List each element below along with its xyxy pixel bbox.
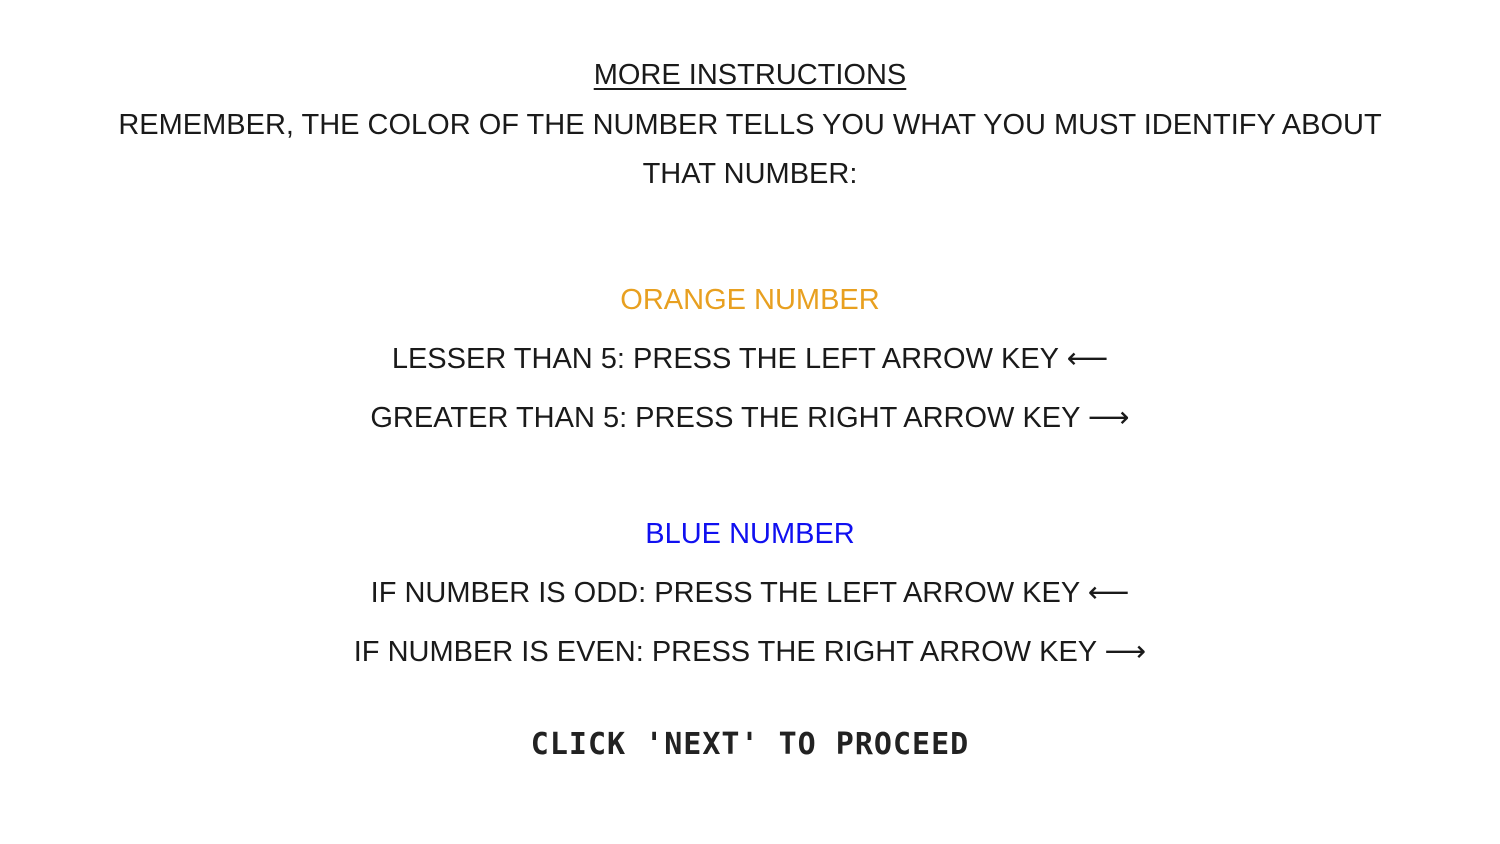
rule-text: IF NUMBER IS EVEN: PRESS THE RIGHT ARROW… [353,636,1097,668]
orange-rule-greater: GREATER THAN 5: PRESS THE RIGHT ARROW KE… [0,399,1500,436]
page-title: MORE INSTRUCTIONS [593,59,907,91]
orange-rule-lesser: LESSER THAN 5: PRESS THE LEFT ARROW KEY … [0,340,1500,377]
blue-rule-odd: IF NUMBER IS ODD: PRESS THE LEFT ARROW K… [0,574,1500,611]
orange-number-section: ORANGE NUMBER LESSER THAN 5: PRESS THE L… [0,282,1500,436]
left-arrow-icon: ⟵ [1087,575,1130,609]
right-arrow-icon: ⟶ [1088,400,1130,434]
left-arrow-icon: ⟵ [1066,341,1109,375]
intro-text: REMEMBER, THE COLOR OF THE NUMBER TELLS … [118,109,1382,190]
rule-text: IF NUMBER IS ODD: PRESS THE LEFT ARROW K… [370,577,1080,609]
blue-number-title: BLUE NUMBER [645,518,855,550]
blue-number-section: BLUE NUMBER IF NUMBER IS ODD: PRESS THE … [0,516,1500,670]
instructions-page: MORE INSTRUCTIONS REMEMBER, THE COLOR OF… [0,0,1500,844]
proceed-prompt: CLICK 'NEXT' TO PROCEED [530,727,970,762]
blue-rule-even: IF NUMBER IS EVEN: PRESS THE RIGHT ARROW… [0,633,1500,670]
rule-text: LESSER THAN 5: PRESS THE LEFT ARROW KEY [391,343,1059,375]
rule-text: GREATER THAN 5: PRESS THE RIGHT ARROW KE… [370,402,1080,434]
orange-number-title: ORANGE NUMBER [620,284,880,316]
right-arrow-icon: ⟶ [1104,634,1147,668]
